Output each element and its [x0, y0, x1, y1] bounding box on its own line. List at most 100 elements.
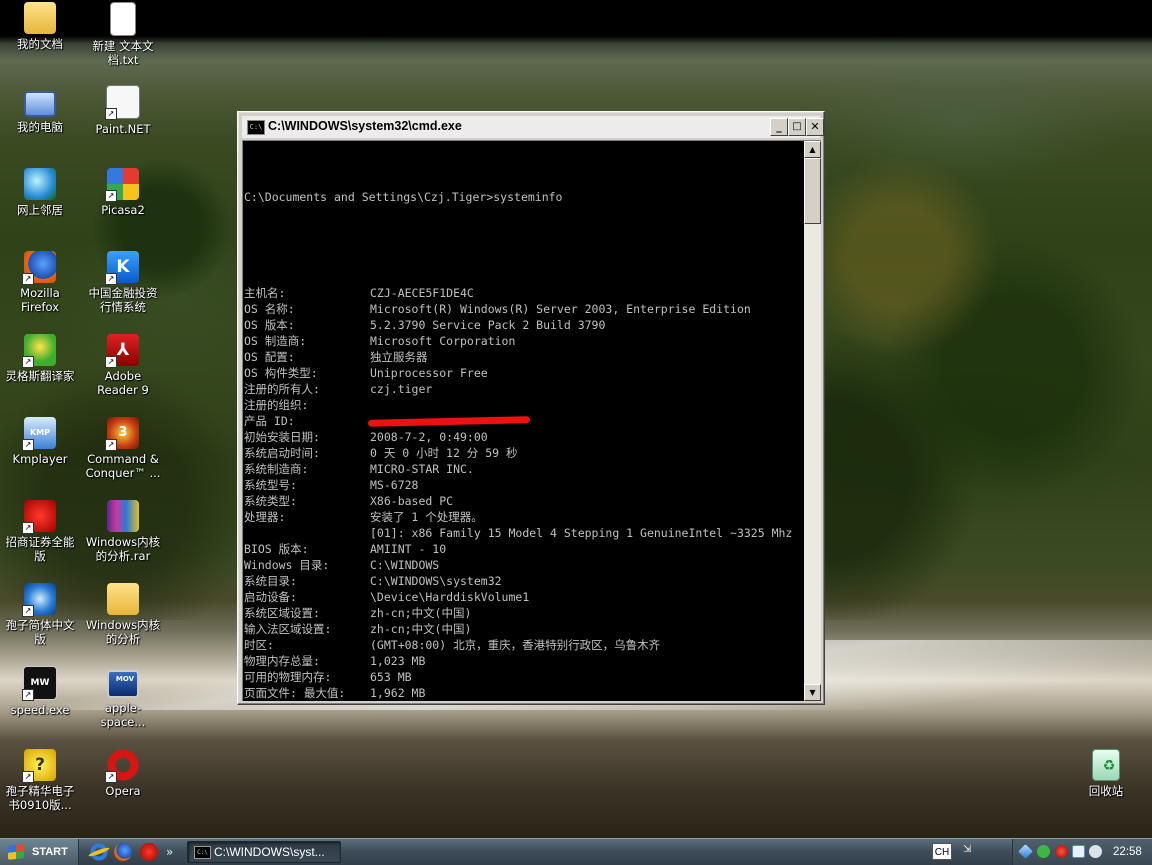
taskbar-button-cmd[interactable]: C:\ C:\WINDOWS\syst... [187, 841, 341, 863]
quicklaunch-more-chevron[interactable]: » [166, 843, 173, 861]
language-indicator[interactable]: CH [932, 843, 952, 860]
desktop-icon-speed-exe[interactable]: MW ↗ speed.exe [0, 666, 80, 717]
desktop-icon-label: Adobe Reader 9 [97, 369, 149, 397]
product-id-redaction-mark [367, 416, 531, 427]
sysinfo-value: MS-6728 [370, 478, 419, 492]
firefox-icon[interactable] [114, 843, 132, 861]
sysinfo-key: 物理内存总量: [244, 654, 320, 668]
sysinfo-row: 注册的所有人: czj.tiger [244, 381, 802, 397]
desktop-icon-label: 中国金融投资行情系统 [88, 286, 158, 314]
opera-icon: ↗ [105, 749, 139, 783]
sysinfo-key: Windows 目录: [244, 558, 330, 572]
sysinfo-row: 处理器: 安装了 1 个处理器。 [244, 509, 802, 525]
desktop-icon-label: Paint.NET [95, 122, 151, 136]
sysinfo-value: 0 天 0 小时 12 分 59 秒 [370, 446, 518, 460]
sysinfo-key: 系统型号: [244, 478, 297, 492]
sysinfo-value: (GMT+08:00) 北京，重庆，香港特别行政区，乌鲁木齐 [370, 638, 661, 652]
cmd-app-icon[interactable]: C:\ [247, 120, 265, 135]
scroll-up-button[interactable]: ▲ [804, 141, 821, 158]
sysinfo-key: 初始安装日期: [244, 430, 320, 444]
console-output[interactable]: C:\Documents and Settings\Czj.Tiger>syst… [244, 141, 802, 701]
desktop-icon-spore[interactable]: ↗ 孢子简体中文版 [0, 583, 80, 646]
desktop-icon-cms-securities[interactable]: ↗ 招商证券全能版 [0, 500, 80, 563]
sysinfo-value: 1,023 MB [370, 654, 426, 668]
desktop-icon-label: Command & Conquer™ ... [85, 452, 161, 480]
winrar-archive-icon [107, 500, 139, 532]
vertical-scrollbar[interactable]: ▲ ▼ [804, 141, 821, 701]
sysinfo-row: 产品 ID: [244, 413, 802, 429]
desktop-icon-spore-ebook[interactable]: ? ↗ 孢子精华电子书0910版... [0, 749, 80, 812]
sysinfo-key: 时区: [244, 638, 274, 652]
sysinfo-key: 系统制造商: [244, 462, 309, 476]
sysinfo-value: 安装了 1 个处理器。 [370, 510, 483, 524]
sysinfo-key: 启动设备: [244, 590, 297, 604]
desktop-icon-label: 网上邻居 [17, 203, 63, 217]
desktop-icon-kernel-folder[interactable]: Windows内核的分析 [83, 583, 163, 646]
desktop-icon-my-computer[interactable]: 我的电脑 [0, 85, 80, 134]
desktop-icon-label: 孢子简体中文版 [5, 618, 75, 646]
desktop-icon-paint-net[interactable]: ↗ Paint.NET [83, 85, 163, 136]
desktop-icon-label: Picasa2 [101, 203, 145, 217]
sysinfo-key: 产品 ID: [244, 414, 295, 428]
taskbar: START » C:\ C:\WINDOWS\syst... CH ⇲ 22:5… [0, 838, 1152, 865]
desktop-icon-new-text-file[interactable]: 新建 文本文档.txt [83, 2, 163, 67]
tray-volume-icon[interactable] [1089, 845, 1102, 858]
desktop-icon-label: 我的电脑 [17, 120, 63, 134]
internet-explorer-icon[interactable] [90, 843, 108, 861]
desktop-icon-label: 招商证券全能版 [5, 535, 75, 563]
sysinfo-value: Microsoft Corporation [370, 334, 516, 348]
desktop-icon-finance-k[interactable]: K ↗ 中国金融投资行情系统 [83, 251, 163, 314]
close-button[interactable]: ✕ [806, 118, 824, 136]
desktop-icon-label: Windows内核的分析.rar [85, 535, 161, 563]
desktop-icon-kmplayer[interactable]: KMP ↗ Kmplayer [0, 417, 80, 466]
desktop-icon-kernel-rar[interactable]: Windows内核的分析.rar [83, 500, 163, 563]
scroll-thumb[interactable] [804, 158, 821, 224]
tray-network-icon[interactable] [1018, 844, 1033, 859]
my-computer-icon [24, 91, 56, 117]
desktop-icon-apple-space[interactable]: MOV apple-space... [83, 666, 163, 729]
taskbar-clock[interactable]: 22:58 [1113, 839, 1142, 865]
help-file-icon: ? ↗ [22, 749, 56, 783]
sysinfo-key: 处理器: [244, 510, 286, 524]
desktop-icon-picasa[interactable]: ↗ Picasa2 [83, 168, 163, 217]
desktop-icon-adobe-reader[interactable]: ⅄ ↗ Adobe Reader 9 [83, 334, 163, 397]
kmplayer-icon: KMP ↗ [22, 417, 56, 451]
firefox-icon: ↗ [22, 251, 56, 285]
language-bar-options-icon[interactable]: ⇲ [963, 844, 971, 855]
sysinfo-value: Microsoft(R) Windows(R) Server 2003, Ent… [370, 302, 751, 316]
tray-red-app-icon[interactable] [1055, 845, 1068, 858]
desktop-icon-recycle-bin[interactable]: ♻ 回收站 [1066, 749, 1146, 798]
cms-securities-icon[interactable] [140, 843, 158, 861]
cmd-window-title: C:\WINDOWS\system32\cmd.exe [268, 119, 462, 133]
desktop-icon-lingoes[interactable]: ↗ 灵格斯翻译家 [0, 334, 80, 383]
maximize-button[interactable]: □ [788, 118, 806, 136]
finance-k-icon: K ↗ [105, 251, 139, 285]
console-area[interactable]: C:\Documents and Settings\Czj.Tiger>syst… [242, 140, 821, 701]
desktop-icon-network-places[interactable]: 网上邻居 [0, 168, 80, 217]
sysinfo-value: [01]: x86 Family 15 Model 4 Stepping 1 G… [370, 526, 793, 540]
desktop-icon-my-documents[interactable]: 我的文档 [0, 2, 80, 51]
start-button[interactable]: START [0, 839, 79, 865]
desktop-icon-command-conquer[interactable]: 3 ↗ Command & Conquer™ ... [83, 417, 163, 480]
desktop-icon-label: Mozilla Firefox [20, 286, 60, 314]
tray-window-icon[interactable] [1072, 845, 1085, 858]
minimize-button[interactable]: _ [770, 118, 788, 136]
sysinfo-row: OS 制造商: Microsoft Corporation [244, 333, 802, 349]
cmd-window[interactable]: C:\ C:\WINDOWS\system32\cmd.exe _ □ ✕ C:… [237, 111, 825, 705]
sysinfo-row: 系统制造商: MICRO-STAR INC. [244, 461, 802, 477]
tray-green-app-icon[interactable] [1037, 845, 1050, 858]
sysinfo-row: 输入法区域设置: zh-cn;中文(中国) [244, 621, 802, 637]
spore-icon: ↗ [22, 583, 56, 617]
sysinfo-row: OS 构件类型: Uniprocessor Free [244, 365, 802, 381]
cmd-title-bar[interactable]: C:\ C:\WINDOWS\system32\cmd.exe _ □ ✕ [242, 116, 824, 138]
desktop-icon-firefox[interactable]: ↗ Mozilla Firefox [0, 251, 80, 314]
desktop-icon-opera[interactable]: ↗ Opera [83, 749, 163, 798]
desktop-icon-label: Opera [105, 784, 141, 798]
sysinfo-key: BIOS 版本: [244, 542, 309, 556]
sysinfo-key: 输入法区域设置: [244, 622, 332, 636]
sysinfo-value: \Device\HarddiskVolume1 [370, 590, 530, 604]
my-documents-folder-icon [24, 2, 56, 34]
sysinfo-key: OS 版本: [244, 318, 295, 332]
folder-icon [107, 583, 139, 615]
scroll-down-button[interactable]: ▼ [804, 684, 821, 701]
